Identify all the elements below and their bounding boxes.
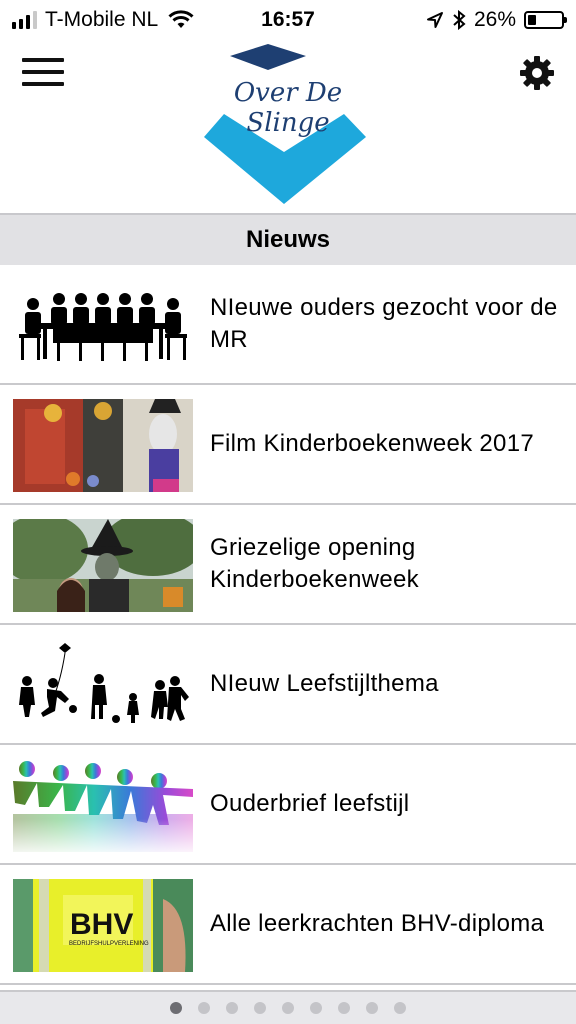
bhv-vest-photo-thumbnail: BHV BEDRIJFSHULPVERLENING xyxy=(13,879,193,972)
bluetooth-icon xyxy=(453,10,466,30)
news-title: NIeuwe ouders gezocht voor de MR xyxy=(210,294,558,353)
witch-photo-thumbnail xyxy=(13,519,193,612)
page-dot[interactable] xyxy=(338,1002,350,1014)
section-title: Nieuws xyxy=(245,226,331,253)
status-bar: T-Mobile NL 16:57 26% xyxy=(0,0,576,40)
page-dot[interactable] xyxy=(310,1002,322,1014)
battery-icon xyxy=(524,11,567,29)
page-indicator xyxy=(0,990,576,1024)
meeting-silhouette-thumbnail xyxy=(13,279,193,372)
news-title: Alle leerkrachten BHV-diploma xyxy=(210,910,545,937)
halloween-photo-thumbnail xyxy=(13,399,193,492)
page-dot[interactable] xyxy=(170,1002,182,1014)
page-dot[interactable] xyxy=(226,1002,238,1014)
news-item-bhv-diploma[interactable]: BHV BEDRIJFSHULPVERLENING Alle leerkrach… xyxy=(0,865,576,985)
page-dot[interactable] xyxy=(254,1002,266,1014)
carrier-name: T-Mobile NL xyxy=(45,8,159,31)
page-dot[interactable] xyxy=(282,1002,294,1014)
signal-icon xyxy=(12,11,37,29)
news-list: NIeuwe ouders gezocht voor de MR Film Ki… xyxy=(0,265,576,985)
news-item-griezelige-opening[interactable]: Griezelige opening Kinderboekenweek xyxy=(0,505,576,625)
svg-text:BEDRIJFSHULPVERLENING: BEDRIJFSHULPVERLENING xyxy=(69,941,149,947)
school-logo: Over De Slinge xyxy=(198,42,378,212)
gear-icon[interactable] xyxy=(518,54,556,92)
news-item-ouderbrief[interactable]: Ouderbrief leefstijl xyxy=(0,745,576,865)
news-item-film-kinderboekenweek[interactable]: Film Kinderboekenweek 2017 xyxy=(0,385,576,505)
page-dot[interactable] xyxy=(394,1002,406,1014)
news-item-leefstijlthema[interactable]: NIeuw Leefstijlthema xyxy=(0,625,576,745)
page-dot[interactable] xyxy=(198,1002,210,1014)
playing-kids-silhouette-thumbnail xyxy=(13,639,193,732)
app-header: Over De Slinge xyxy=(0,40,576,213)
wifi-icon xyxy=(168,10,194,28)
battery-percent: 26% xyxy=(473,8,516,31)
rainbow-paper-people-thumbnail xyxy=(13,759,193,852)
section-title-bar: Nieuws xyxy=(0,213,576,265)
news-title: NIeuw Leefstijlthema xyxy=(210,670,439,697)
logo-text: Over De Slinge xyxy=(233,78,343,138)
news-title: Film Kinderboekenweek 2017 xyxy=(210,430,534,457)
svg-text:BHV: BHV xyxy=(70,908,133,941)
news-title: Ouderbrief leefstijl xyxy=(210,790,410,817)
page-dot[interactable] xyxy=(366,1002,378,1014)
news-item-mr[interactable]: NIeuwe ouders gezocht voor de MR xyxy=(0,265,576,385)
hamburger-menu-icon[interactable] xyxy=(22,58,64,90)
location-icon xyxy=(426,12,443,28)
news-title: Griezelige opening Kinderboekenweek xyxy=(210,534,419,593)
